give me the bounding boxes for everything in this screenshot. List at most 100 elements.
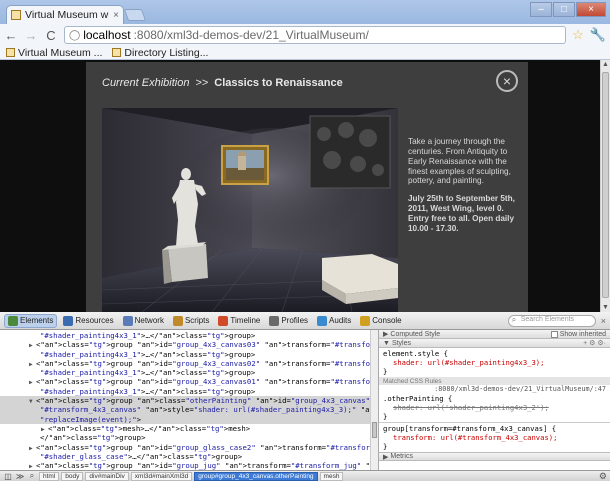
dom-node-text: "replaceImage(event);">	[40, 414, 142, 424]
other-painting-rule[interactable]: .otherPainting { shader: url('shader_pai…	[379, 393, 610, 422]
dom-tree-line[interactable]: "#shader_painting4x3_1">…</"an">class="t…	[0, 387, 370, 396]
exhibition-title: Classics to Renaissance	[214, 77, 343, 89]
tab-label: Audits	[329, 316, 352, 325]
bookmark-item[interactable]: Virtual Museum ...	[6, 47, 102, 59]
style-declaration[interactable]: shader: url(#shader_painting4x3_3);	[383, 358, 606, 367]
dom-tree-line[interactable]: "#shader_glass_case">…</"an">class="tg">…	[0, 452, 370, 461]
tab-close-icon[interactable]: ×	[113, 10, 119, 21]
matched-css-rules-label: Matched CSS Rules	[379, 377, 610, 385]
styles-header[interactable]: ▼ Styles + ⚙ ⚙·	[379, 339, 610, 348]
exhibition-panel: Current Exhibition >> Classics to Renaissa…	[86, 62, 528, 312]
url-host: localhost	[83, 28, 131, 42]
dom-node-text: "#shader_painting4x3_1">…</"an">class="t…	[40, 386, 256, 396]
window-controls: – □ ×	[530, 2, 606, 17]
scroll-up-icon[interactable]: ▲	[602, 61, 609, 68]
dom-tree-line[interactable]: ▶ <"an">class="tg">group "an">id="group_4…	[0, 340, 370, 349]
dom-tree[interactable]: "#shader_painting4x3_1">…</"an">class="t…	[0, 330, 370, 470]
dom-tree-line[interactable]: ▶ <"an">class="tg">group "an">id="group_g…	[0, 443, 370, 452]
page-scrollbar[interactable]: ▲ ▼	[600, 60, 610, 312]
tab-resources[interactable]: Resources	[60, 315, 116, 327]
style-declaration[interactable]: transform: url(#transform_4x3_canvas);	[383, 433, 606, 442]
page-info-icon[interactable]: ◯	[69, 30, 80, 41]
tab-audits[interactable]: Audits	[314, 315, 354, 327]
address-bar[interactable]: ◯ localhost:8080/xml3d-demos-dev/21_Virt…	[64, 26, 567, 44]
dom-tree-line[interactable]: "#shader_painting4x3_1">…</"an">class="t…	[0, 331, 370, 340]
dock-icon[interactable]: ◫	[3, 472, 13, 481]
dom-tree-line[interactable]: ▶ <"an">class="tg">group "an">id="group_4…	[0, 359, 370, 368]
dom-breadcrumb-item[interactable]: html	[39, 471, 60, 481]
profiles-icon	[269, 315, 280, 326]
new-tab-button[interactable]	[123, 9, 147, 21]
inspect-icon[interactable]: ⌕	[27, 471, 37, 481]
museum-3d-scene[interactable]	[102, 108, 398, 312]
dom-tree-line[interactable]: "replaceImage(event);">	[0, 414, 370, 424]
dom-breadcrumb-item[interactable]: div#mainDiv	[85, 471, 129, 481]
tab-profiles[interactable]: Profiles	[266, 315, 311, 327]
dom-breadcrumb-item[interactable]: xml3d#mainXml3d	[130, 471, 193, 481]
styles-label: Styles	[391, 339, 411, 347]
settings-gear-icon[interactable]: ⚙	[599, 471, 607, 481]
dom-node-text: "#shader_painting4x3_1">…</"an">class="t…	[40, 349, 256, 359]
close-icon[interactable]: ×	[496, 70, 518, 92]
rule-close-brace: }	[383, 367, 388, 376]
scrollbar-thumb[interactable]	[372, 422, 377, 438]
tab-timeline[interactable]: Timeline	[215, 315, 263, 327]
resources-icon	[63, 315, 74, 326]
bookmark-label: Directory Listing...	[124, 46, 209, 59]
element-style-selector: element.style {	[383, 349, 448, 358]
dom-node-text: <"an">class="tg">group "an">id="group_ju…	[36, 461, 370, 470]
devtools-close-icon[interactable]: ×	[601, 316, 606, 326]
dom-node-text: "#transform_4x3_canvas" "an">style="shad…	[40, 405, 370, 415]
tab-scripts[interactable]: Scripts	[170, 315, 212, 327]
computed-style-label: Computed Style	[390, 330, 441, 338]
styles-header-icons[interactable]: + ⚙ ⚙·	[583, 339, 606, 347]
maximize-button[interactable]: □	[553, 2, 575, 17]
forward-icon[interactable]: →	[24, 28, 38, 43]
exhibition-description: Take a journey through the centuries. Fr…	[408, 137, 520, 242]
style-declaration[interactable]: shader: url('shader_painting4x3_2');	[383, 403, 606, 412]
rule-source-link[interactable]: :8080/xml3d-demos-dev/21_VirtualMuseum/:…	[379, 385, 610, 393]
dom-tree-line[interactable]: </"an">class="tg">group>	[0, 433, 370, 442]
tab-elements[interactable]: Elements	[4, 313, 58, 328]
dom-tree-line[interactable]: ▶ <"an">class="tg">group "an">id="group_j…	[0, 461, 370, 470]
dom-breadcrumb-item[interactable]: body	[61, 471, 84, 481]
scroll-down-icon[interactable]: ▼	[602, 304, 609, 311]
dom-tree-line[interactable]: "#transform_4x3_canvas" "an">style="shad…	[0, 405, 370, 415]
page-viewport: Current Exhibition >> Classics to Renaissa…	[0, 60, 600, 312]
timeline-icon	[218, 315, 229, 326]
show-inherited-checkbox[interactable]	[550, 330, 558, 338]
console-icon	[360, 315, 371, 326]
minimize-button[interactable]: –	[530, 2, 552, 17]
dom-tree-scrollbar[interactable]	[370, 330, 378, 470]
back-icon[interactable]: ←	[4, 28, 18, 43]
wrench-menu-icon[interactable]: 🔧	[590, 27, 606, 43]
search-elements-input[interactable]: Search Elements	[507, 314, 596, 327]
dom-tree-line[interactable]: ▶ <"an">class="tg">group "an">id="group_4…	[0, 377, 370, 386]
tab-label: Scripts	[184, 316, 210, 325]
console-toggle-icon[interactable]: ≫	[15, 472, 25, 481]
group-transform-rule[interactable]: group[transform=#transform_4x3_canvas] {…	[379, 423, 610, 452]
tab-network[interactable]: Network	[120, 315, 167, 327]
scrollbar-thumb[interactable]	[602, 72, 609, 298]
expand-triangle-icon[interactable]: ▶	[29, 462, 33, 470]
bookmark-item[interactable]: Directory Listing...	[112, 47, 208, 59]
dom-breadcrumb-item[interactable]: mesh	[319, 471, 344, 481]
window-close-button[interactable]: ×	[576, 2, 606, 17]
dom-tree-line[interactable]: ▼ <"an">class="tg">group "an">class="othe…	[0, 396, 370, 406]
tab-label: Elements	[20, 316, 54, 325]
metrics-header[interactable]: ▶ Metrics	[379, 452, 610, 461]
dom-node-text: <"an">class="tg">group "an">id="group_4x…	[36, 358, 370, 368]
reload-icon[interactable]: C	[44, 28, 58, 43]
tab-console[interactable]: Console	[357, 315, 404, 327]
bookmark-star-icon[interactable]: ☆	[572, 27, 584, 43]
dom-tree-line[interactable]: ▶ <"an">class="tg">mesh>…</"an">class="tg…	[0, 424, 370, 433]
dom-tree-line[interactable]: "#shader_painting4x3_1">…</"an">class="t…	[0, 350, 370, 359]
computed-style-header[interactable]: ▶ Computed Style Show inherited	[379, 330, 610, 339]
exhibition-details: July 25th to September 5th, 2011, West W…	[408, 194, 515, 233]
element-style-rule[interactable]: element.style { shader: url(#shader_pain…	[379, 348, 610, 377]
dom-tree-line[interactable]: "#shader_painting4x3_1">…</"an">class="t…	[0, 368, 370, 377]
tab-label: Resources	[75, 316, 114, 325]
dom-breadcrumb-item[interactable]: group#group_4x3_canvas.otherPainting	[194, 471, 318, 481]
browser-tab[interactable]: Virtual Museum with ×	[6, 5, 124, 24]
devtools-status-bar: ◫ ≫ ⌕ html body div#mainDiv xml3d#mainXml3d…	[0, 470, 610, 481]
